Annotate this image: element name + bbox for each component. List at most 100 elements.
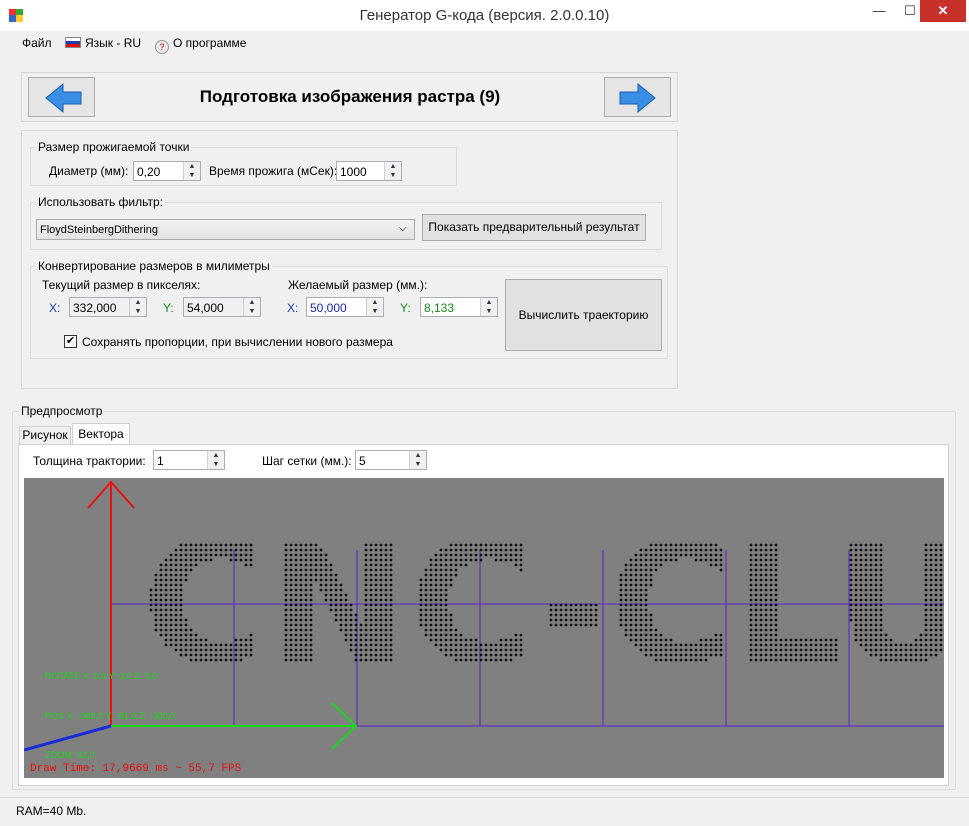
raster-dot [384, 643, 388, 647]
raster-dot [389, 643, 393, 647]
raster-dot [719, 653, 723, 657]
raster-dot [154, 603, 158, 607]
raster-dot [464, 643, 468, 647]
raster-dot [444, 623, 448, 627]
raster-dot [644, 638, 648, 642]
menu-about[interactable]: ? О программе [155, 36, 246, 54]
raster-dot [169, 623, 173, 627]
raster-dot [774, 633, 778, 637]
raster-dot [179, 558, 183, 562]
next-button[interactable] [604, 77, 671, 117]
raster-dot [184, 563, 188, 567]
desired-x-spinner[interactable]: ▲ ▼ [366, 298, 383, 316]
desired-y-input[interactable]: 8,133 ▲ ▼ [420, 297, 498, 317]
raster-dot [339, 608, 343, 612]
raster-dot [309, 613, 313, 617]
raster-dot [804, 658, 808, 662]
raster-dot [479, 553, 483, 557]
raster-dot [924, 598, 928, 602]
raster-dot [749, 653, 753, 657]
raster-dot [454, 638, 458, 642]
raster-dot [329, 608, 333, 612]
vector-preview-canvas[interactable]: ROTATE X: 0,0 Y: 0,0 Z: 0,0 POS X: -308,… [24, 478, 944, 778]
raster-dot [934, 588, 938, 592]
tab-vectors[interactable]: Вектора [72, 423, 130, 445]
raster-dot [439, 548, 443, 552]
raster-dot [559, 603, 563, 607]
thickness-input[interactable]: 1 ▲ ▼ [153, 450, 225, 470]
menu-file[interactable]: Файл [22, 36, 52, 50]
diameter-spinner[interactable]: ▲ ▼ [183, 162, 200, 180]
grid-step-spinner[interactable]: ▲ ▼ [409, 451, 426, 469]
keep-ratio-checkbox[interactable]: ✔ [64, 335, 77, 348]
raster-dot [649, 548, 653, 552]
raster-dot [324, 568, 328, 572]
raster-dot [549, 623, 553, 627]
tab-picture[interactable]: Рисунок [19, 426, 71, 444]
raster-dot [929, 558, 933, 562]
raster-dot [304, 548, 308, 552]
raster-dot [344, 603, 348, 607]
raster-dot [764, 598, 768, 602]
close-button[interactable]: ✕ [920, 0, 966, 22]
burn-time-spinner[interactable]: ▲ ▼ [384, 162, 401, 180]
raster-dot [809, 648, 813, 652]
back-button[interactable] [28, 77, 95, 117]
raster-dot [879, 558, 883, 562]
filter-select[interactable]: FloydSteinbergDithering ⌵ [36, 219, 415, 240]
raster-dot [514, 548, 518, 552]
raster-dot [164, 618, 168, 622]
raster-dot [704, 548, 708, 552]
raster-dot [509, 558, 513, 562]
current-x-input[interactable]: 332,000 ▲ ▼ [69, 297, 147, 317]
raster-dot [169, 638, 173, 642]
raster-dot [859, 593, 863, 597]
raster-dot [554, 603, 558, 607]
raster-dot [754, 578, 758, 582]
raster-dot [329, 593, 333, 597]
raster-dot [284, 608, 288, 612]
raster-dot [434, 643, 438, 647]
raster-dot [494, 543, 498, 547]
calculate-trajectory-button[interactable]: Вычислить траекторию [505, 279, 662, 351]
raster-dot [299, 593, 303, 597]
raster-dot [939, 578, 943, 582]
thickness-spinner[interactable]: ▲ ▼ [207, 451, 224, 469]
preview-result-button[interactable]: Показать предварительный результат [422, 214, 646, 241]
raster-dot [764, 603, 768, 607]
minimize-button[interactable]: — [862, 0, 896, 22]
raster-dot [669, 638, 673, 642]
raster-dot [464, 543, 468, 547]
raster-dot [309, 658, 313, 662]
raster-dot [419, 613, 423, 617]
raster-dot [234, 638, 238, 642]
raster-dot [429, 608, 433, 612]
raster-dot [714, 543, 718, 547]
raster-dot [649, 553, 653, 557]
raster-dot [754, 568, 758, 572]
raster-dot [424, 593, 428, 597]
desired-y-spinner[interactable]: ▲ ▼ [480, 298, 497, 316]
menu-language[interactable]: Язык - RU [65, 36, 141, 50]
raster-dot [249, 648, 253, 652]
diameter-input[interactable]: 0,20 ▲ ▼ [133, 161, 201, 181]
raster-dot [589, 603, 593, 607]
raster-dot [939, 598, 943, 602]
current-y-input[interactable]: 54,000 ▲ ▼ [183, 297, 261, 317]
raster-dot [384, 608, 388, 612]
raster-dot [384, 623, 388, 627]
raster-dot [304, 643, 308, 647]
current-x-spinner[interactable]: ▲ ▼ [129, 298, 146, 316]
raster-dot [364, 568, 368, 572]
raster-dot [349, 618, 353, 622]
burn-time-input[interactable]: 1000 ▲ ▼ [336, 161, 402, 181]
desired-x-input[interactable]: 50,000 ▲ ▼ [306, 297, 384, 317]
raster-dot [454, 573, 458, 577]
raster-dot [759, 588, 763, 592]
current-y-spinner[interactable]: ▲ ▼ [243, 298, 260, 316]
grid-step-input[interactable]: 5 ▲ ▼ [355, 450, 427, 470]
raster-dot [939, 593, 943, 597]
raster-dot [784, 658, 788, 662]
raster-dot [769, 543, 773, 547]
raster-dot [244, 563, 248, 567]
